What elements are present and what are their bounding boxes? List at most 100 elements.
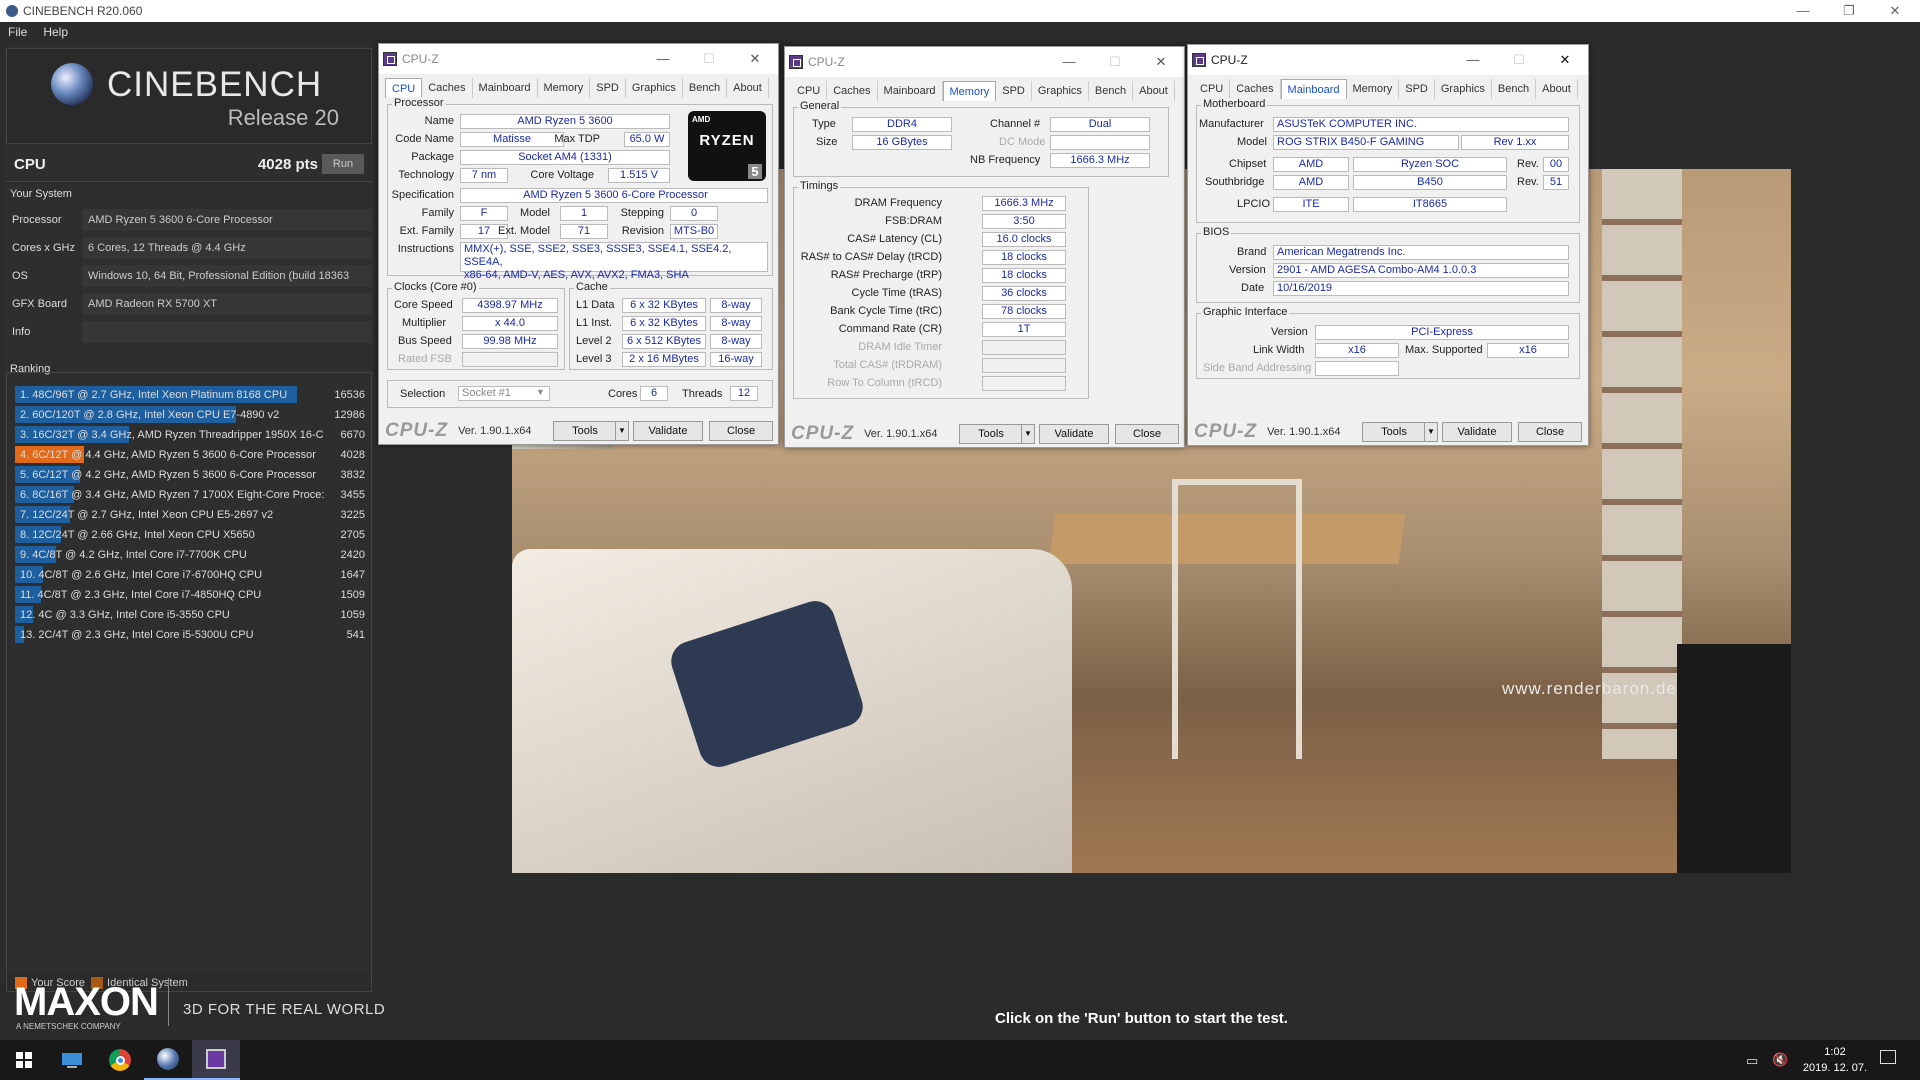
tab-bench[interactable]: Bench: [1492, 79, 1537, 99]
maxon-logo: MAXON A NEMETSCHEK COMPANY: [14, 982, 159, 1031]
validate-button[interactable]: Validate: [633, 421, 703, 441]
status-message: Click on the 'Run' button to start the t…: [995, 1010, 1288, 1027]
channel-value: Dual: [1050, 117, 1150, 132]
model-value: ROG STRIX B450-F GAMING: [1273, 135, 1459, 150]
close-button[interactable]: Close: [1518, 422, 1582, 442]
maximize-button[interactable]: ❐: [1826, 0, 1872, 22]
tools-dropdown-icon[interactable]: ▼: [1021, 424, 1035, 444]
cpuz-app-icon: [383, 52, 397, 66]
cinebench-sphere-icon: [51, 63, 93, 105]
network-icon[interactable]: ▭: [1746, 1053, 1758, 1069]
volume-icon[interactable]: 🔇: [1772, 1052, 1788, 1068]
tab-memory[interactable]: Memory: [1347, 79, 1400, 99]
ranking-row[interactable]: 9. 4C/8T @ 4.2 GHz, Intel Core i7-7700K …: [15, 545, 369, 564]
l3-assoc: 16-way: [710, 352, 762, 367]
ranking-row[interactable]: 11. 4C/8T @ 2.3 GHz, Intel Core i7-4850H…: [15, 585, 369, 604]
ranking-row[interactable]: 1. 48C/96T @ 2.7 GHz, Intel Xeon Platinu…: [15, 385, 369, 404]
minimize-button[interactable]: —: [640, 44, 686, 74]
minimize-button[interactable]: —: [1450, 45, 1496, 75]
ranking-score: 1059: [340, 608, 365, 621]
chrome-icon[interactable]: [96, 1040, 144, 1080]
windows-start-icon[interactable]: [0, 1040, 48, 1080]
link-width-label: Link Width: [1253, 344, 1305, 356]
notification-icon[interactable]: [1880, 1050, 1896, 1064]
ranking-row[interactable]: 4. 6C/12T @ 4.4 GHz, AMD Ryzen 5 3600 6-…: [15, 445, 369, 464]
tab-graphics[interactable]: Graphics: [626, 78, 683, 98]
manufacturer-value: ASUSTeK COMPUTER INC.: [1273, 117, 1569, 132]
tab-caches[interactable]: Caches: [422, 78, 473, 98]
ranking-row[interactable]: 5. 6C/12T @ 4.2 GHz, AMD Ryzen 5 3600 6-…: [15, 465, 369, 484]
cpuz-footer-logo: CPU-Z: [1194, 421, 1258, 442]
side-band-label: Side Band Addressing: [1203, 362, 1312, 374]
group-title: Timings: [798, 180, 841, 192]
tools-button[interactable]: Tools: [553, 421, 617, 441]
close-button[interactable]: ✕: [1872, 0, 1918, 22]
threads-value: 12: [730, 386, 758, 401]
system-row-gfx: GFX Board AMD Radeon RX 5700 XT: [12, 292, 372, 316]
ranking-row[interactable]: 13. 2C/4T @ 2.3 GHz, Intel Core i5-5300U…: [15, 625, 369, 644]
info-field[interactable]: [82, 321, 372, 343]
tab-about[interactable]: About: [727, 78, 769, 98]
tools-button[interactable]: Tools: [1362, 422, 1426, 442]
tab-about[interactable]: About: [1133, 81, 1175, 101]
ranking-row[interactable]: 10. 4C/8T @ 2.6 GHz, Intel Core i7-6700H…: [15, 565, 369, 584]
menu-help[interactable]: Help: [35, 25, 76, 39]
chevron-down-icon[interactable]: ▼: [536, 387, 545, 397]
close-button[interactable]: Close: [1115, 424, 1179, 444]
tab-caches[interactable]: Caches: [827, 81, 878, 101]
tab-spd[interactable]: SPD: [996, 81, 1032, 101]
tab-bench[interactable]: Bench: [1089, 81, 1134, 101]
tab-mainboard[interactable]: Mainboard: [473, 78, 538, 98]
tab-graphics[interactable]: Graphics: [1435, 79, 1492, 99]
cinebench-taskbar-icon[interactable]: [144, 1040, 192, 1080]
tools-dropdown-icon[interactable]: ▼: [1424, 422, 1438, 442]
ranking-row[interactable]: 12. 4C @ 3.3 GHz, Intel Core i5-3550 CPU…: [15, 605, 369, 624]
tab-spd[interactable]: SPD: [1399, 79, 1435, 99]
tab-caches[interactable]: Caches: [1230, 79, 1281, 99]
dc-mode-label: DC Mode: [999, 136, 1046, 148]
ranking-row[interactable]: 3. 16C/32T @ 3.4 GHz, AMD Ryzen Threadri…: [15, 425, 369, 444]
group-title: Clocks (Core #0): [392, 281, 479, 293]
minimize-button[interactable]: —: [1780, 0, 1826, 22]
tab-cpu[interactable]: CPU: [385, 78, 423, 98]
tab-about[interactable]: About: [1536, 79, 1578, 99]
tab-graphics[interactable]: Graphics: [1032, 81, 1089, 101]
cpuz-taskbar-icon[interactable]: [192, 1040, 240, 1080]
ranking-box: 1. 48C/96T @ 2.7 GHz, Intel Xeon Platinu…: [6, 372, 372, 992]
tools-button[interactable]: Tools: [959, 424, 1023, 444]
maximize-button[interactable]: ☐: [1092, 47, 1138, 77]
close-button[interactable]: Close: [709, 421, 773, 441]
validate-button[interactable]: Validate: [1039, 424, 1109, 444]
system-label: OS: [12, 270, 28, 282]
tab-memory[interactable]: Memory: [942, 81, 997, 101]
desktop-app-icon[interactable]: [48, 1040, 96, 1080]
tab-cpu[interactable]: CPU: [1194, 79, 1231, 99]
tab-bench[interactable]: Bench: [683, 78, 728, 98]
tab-cpu[interactable]: CPU: [791, 81, 828, 101]
tools-dropdown-icon[interactable]: ▼: [615, 421, 629, 441]
ranking-score: 16536: [334, 388, 365, 401]
maximize-button[interactable]: ☐: [1496, 45, 1542, 75]
close-button[interactable]: ✕: [1138, 47, 1184, 77]
validate-button[interactable]: Validate: [1442, 422, 1512, 442]
menu-file[interactable]: File: [0, 25, 35, 39]
bios-version-value: 2901 - AMD AGESA Combo-AM4 1.0.0.3: [1273, 263, 1569, 278]
tab-mainboard[interactable]: Mainboard: [878, 81, 943, 101]
ranking-row[interactable]: 2. 60C/120T @ 2.8 GHz, Intel Xeon CPU E7…: [15, 405, 369, 424]
lpcio-label: LPCIO: [1237, 198, 1271, 210]
ranking-row[interactable]: 8. 12C/24T @ 2.66 GHz, Intel Xeon CPU X5…: [15, 525, 369, 544]
close-button[interactable]: ✕: [1542, 45, 1588, 75]
group-title: Processor: [392, 97, 446, 109]
run-button[interactable]: Run: [322, 154, 364, 174]
clock[interactable]: 1:02 2019. 12. 07.: [1795, 1044, 1875, 1076]
minimize-button[interactable]: —: [1046, 47, 1092, 77]
maximize-button[interactable]: ☐: [686, 44, 732, 74]
cpuz-title: CPU-Z: [1211, 53, 1248, 67]
tab-spd[interactable]: SPD: [590, 78, 626, 98]
ranking-row[interactable]: 7. 12C/24T @ 2.7 GHz, Intel Xeon CPU E5-…: [15, 505, 369, 524]
tab-mainboard[interactable]: Mainboard: [1280, 79, 1347, 99]
ranking-row[interactable]: 6. 8C/16T @ 3.4 GHz, AMD Ryzen 7 1700X E…: [15, 485, 369, 504]
ranking-score: 1647: [340, 568, 365, 581]
close-button[interactable]: ✕: [732, 44, 778, 74]
tab-memory[interactable]: Memory: [538, 78, 591, 98]
